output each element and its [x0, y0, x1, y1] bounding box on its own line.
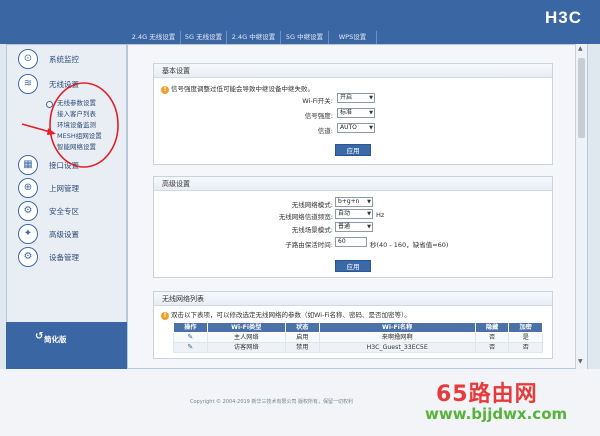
wifi-switch-label: Wi-Fi开关:: [302, 97, 333, 105]
panel-title: 高级设置: [154, 177, 552, 191]
advanced-icon: ✦: [18, 224, 38, 244]
col-wifi-name: Wi-Fi名称: [318, 322, 476, 333]
cell-hidden: 否: [474, 332, 510, 343]
warning-icon: !: [161, 86, 169, 94]
submenu-smart-network[interactable]: 智能网络设置: [46, 142, 124, 153]
sidebar-item-label: 上网管理: [49, 184, 79, 193]
panel-title: 基本设置: [154, 64, 552, 78]
col-encrypted: 加密: [508, 322, 543, 333]
submenu-mesh[interactable]: MESH组网设置: [46, 131, 124, 142]
col-wifi-type: Wi-Fi类型: [206, 322, 287, 333]
tab-24g-wireless[interactable]: 2.4G 无线设置: [127, 31, 181, 44]
wlan-tip-text: 双击以下表项，可以修改选定无线网络的参数（如Wi-Fi名称、密码、是否加密等）。: [171, 311, 411, 319]
security-icon: ⚙: [18, 201, 38, 221]
wireless-submenu: 无线参数设置 接入客户列表 环境设备监测 MESH组网设置 智能网络设置: [46, 98, 124, 153]
device-icon: ⚙: [18, 247, 38, 267]
scene-mode-label: 无线场景模式:: [291, 226, 333, 234]
tab-24g-repeater[interactable]: 2.4G 中继设置: [227, 31, 281, 44]
scroll-up-icon[interactable]: ▲: [578, 45, 583, 52]
sidebar-item-label: 接口设置: [49, 161, 79, 170]
channel-label: 信道:: [317, 127, 333, 135]
sidebar-item-internet[interactable]: ⊕ 上网管理: [6, 177, 126, 199]
table-header-row: 操作 Wi-Fi类型 状态 Wi-Fi名称 隐藏 加密: [173, 322, 543, 333]
sidebar-item-label: 系统监控: [49, 55, 79, 64]
simple-mode-label: 简化版: [44, 335, 67, 344]
col-operation: 操作: [173, 322, 208, 333]
edit-icon[interactable]: ✎: [187, 343, 193, 351]
channel-bandwidth-select[interactable]: 自动: [335, 209, 373, 219]
sidebar-item-advanced[interactable]: ✦ 高级设置: [6, 223, 126, 245]
tab-wps[interactable]: WPS设置: [329, 31, 377, 44]
copyright-text: Copyright © 2004-2019 新华三技术有限公司 版权所有，保留一…: [190, 399, 354, 405]
cell-wifi-type: 主人网络: [206, 332, 287, 343]
wireless-mode-select[interactable]: b+g+n: [335, 197, 373, 207]
panel-title: 无线网络列表: [154, 292, 552, 306]
col-hidden: 隐藏: [474, 322, 510, 333]
sidebar-item-system-monitor[interactable]: ⊙ 系统监控: [6, 48, 126, 70]
interface-icon: ▦: [18, 155, 38, 175]
keepalive-input[interactable]: 60: [335, 237, 367, 247]
cell-status: 禁用: [285, 342, 320, 353]
table-row[interactable]: ✎ 主人网络 启用 来啊撸网啊 否 是: [173, 332, 543, 343]
channel-bandwidth-label: 无线网络信道频宽:: [278, 213, 333, 221]
sidebar-item-wireless[interactable]: ≋ 无线设置: [6, 73, 126, 95]
sidebar-item-security[interactable]: ⚙ 安全专区: [6, 200, 126, 222]
cell-hidden: 否: [474, 342, 510, 353]
wlan-tip: ! 双击以下表项，可以修改选定无线网络的参数（如Wi-Fi名称、密码、是否加密等）…: [161, 309, 411, 320]
sidebar-item-label: 安全专区: [49, 207, 79, 216]
warning-icon: !: [161, 312, 169, 320]
wifi-switch-select[interactable]: 开启: [337, 93, 375, 103]
tab-5g-wireless[interactable]: 5G 无线设置: [181, 31, 227, 44]
wifi-icon: ≋: [18, 74, 38, 94]
wlan-table: 操作 Wi-Fi类型 状态 Wi-Fi名称 隐藏 加密 ✎ 主人网络 启用 来啊…: [173, 322, 543, 353]
channel-select[interactable]: AUTO: [337, 123, 375, 133]
sidebar-item-label: 无线设置: [49, 80, 79, 89]
sidebar-item-label: 设备管理: [49, 253, 79, 262]
wlan-list-panel: 无线网络列表 ! 双击以下表项，可以修改选定无线网络的参数（如Wi-Fi名称、密码…: [153, 291, 553, 359]
switch-mode-icon: ↺: [35, 331, 44, 342]
simple-mode-band: [6, 322, 127, 369]
cell-encrypted: 是: [508, 332, 543, 343]
cell-status: 启用: [285, 332, 320, 343]
submenu-client-list[interactable]: 接入客户列表: [46, 109, 124, 120]
cell-wifi-type: 访客网络: [206, 342, 287, 353]
keepalive-label: 子路由保活时间:: [285, 241, 333, 249]
submenu-env-monitor[interactable]: 环境设备监测: [46, 120, 124, 131]
simple-mode-button[interactable]: ↺ 简化版: [35, 331, 67, 345]
monitor-icon: ⊙: [18, 49, 38, 69]
warning-text: 信号强度调整过低可能会导致中继设备中继失败。: [171, 85, 314, 93]
signal-strength-label: 信号强度:: [304, 112, 333, 120]
scroll-thumb[interactable]: [578, 58, 585, 138]
edit-icon[interactable]: ✎: [187, 333, 193, 341]
sidebar-item-interface[interactable]: ▦ 接口设置: [6, 154, 126, 176]
cell-encrypted: 否: [508, 342, 543, 353]
advanced-settings-panel: 高级设置 无线网络模式: b+g+n 无线网络信道频宽: 自动 Hz 无线场景模…: [153, 176, 553, 278]
col-status: 状态: [285, 322, 320, 333]
signal-warning: ! 信号强度调整过低可能会导致中继设备中继失败。: [161, 83, 314, 94]
basic-settings-panel: 基本设置 ! 信号强度调整过低可能会导致中继设备中继失败。 Wi-Fi开关: 开启…: [153, 63, 553, 165]
signal-strength-select[interactable]: 标准: [337, 108, 375, 118]
scene-mode-select[interactable]: 普通: [335, 222, 373, 232]
wireless-mode-label: 无线网络模式:: [291, 201, 333, 209]
network-icon: ⊕: [18, 178, 38, 198]
tab-5g-repeater[interactable]: 5G 中继设置: [281, 31, 329, 44]
advanced-apply-button[interactable]: 应用: [335, 260, 371, 272]
sidebar-item-label: 高级设置: [49, 230, 79, 239]
basic-apply-button[interactable]: 应用: [335, 144, 371, 156]
bandwidth-unit: Hz: [376, 211, 385, 219]
keepalive-hint: 秒(40 - 160，缺省值=60): [370, 241, 449, 249]
table-row[interactable]: ✎ 访客网络 禁用 H3C_Guest_33EC5E 否 否: [173, 342, 543, 353]
vertical-scrollbar[interactable]: ▲ ▼: [575, 44, 587, 369]
submenu-wireless-params[interactable]: 无线参数设置: [46, 98, 124, 109]
watermark-url: www.bjjdwx.com: [425, 405, 568, 423]
h3c-logo: H3C: [544, 8, 582, 27]
sidebar-item-device[interactable]: ⚙ 设备管理: [6, 246, 126, 268]
cell-wifi-name: H3C_Guest_33EC5E: [318, 342, 476, 353]
watermark-title: 65路由网: [436, 382, 538, 407]
scroll-down-icon[interactable]: ▼: [578, 358, 583, 365]
cell-wifi-name: 来啊撸网啊: [318, 332, 476, 343]
